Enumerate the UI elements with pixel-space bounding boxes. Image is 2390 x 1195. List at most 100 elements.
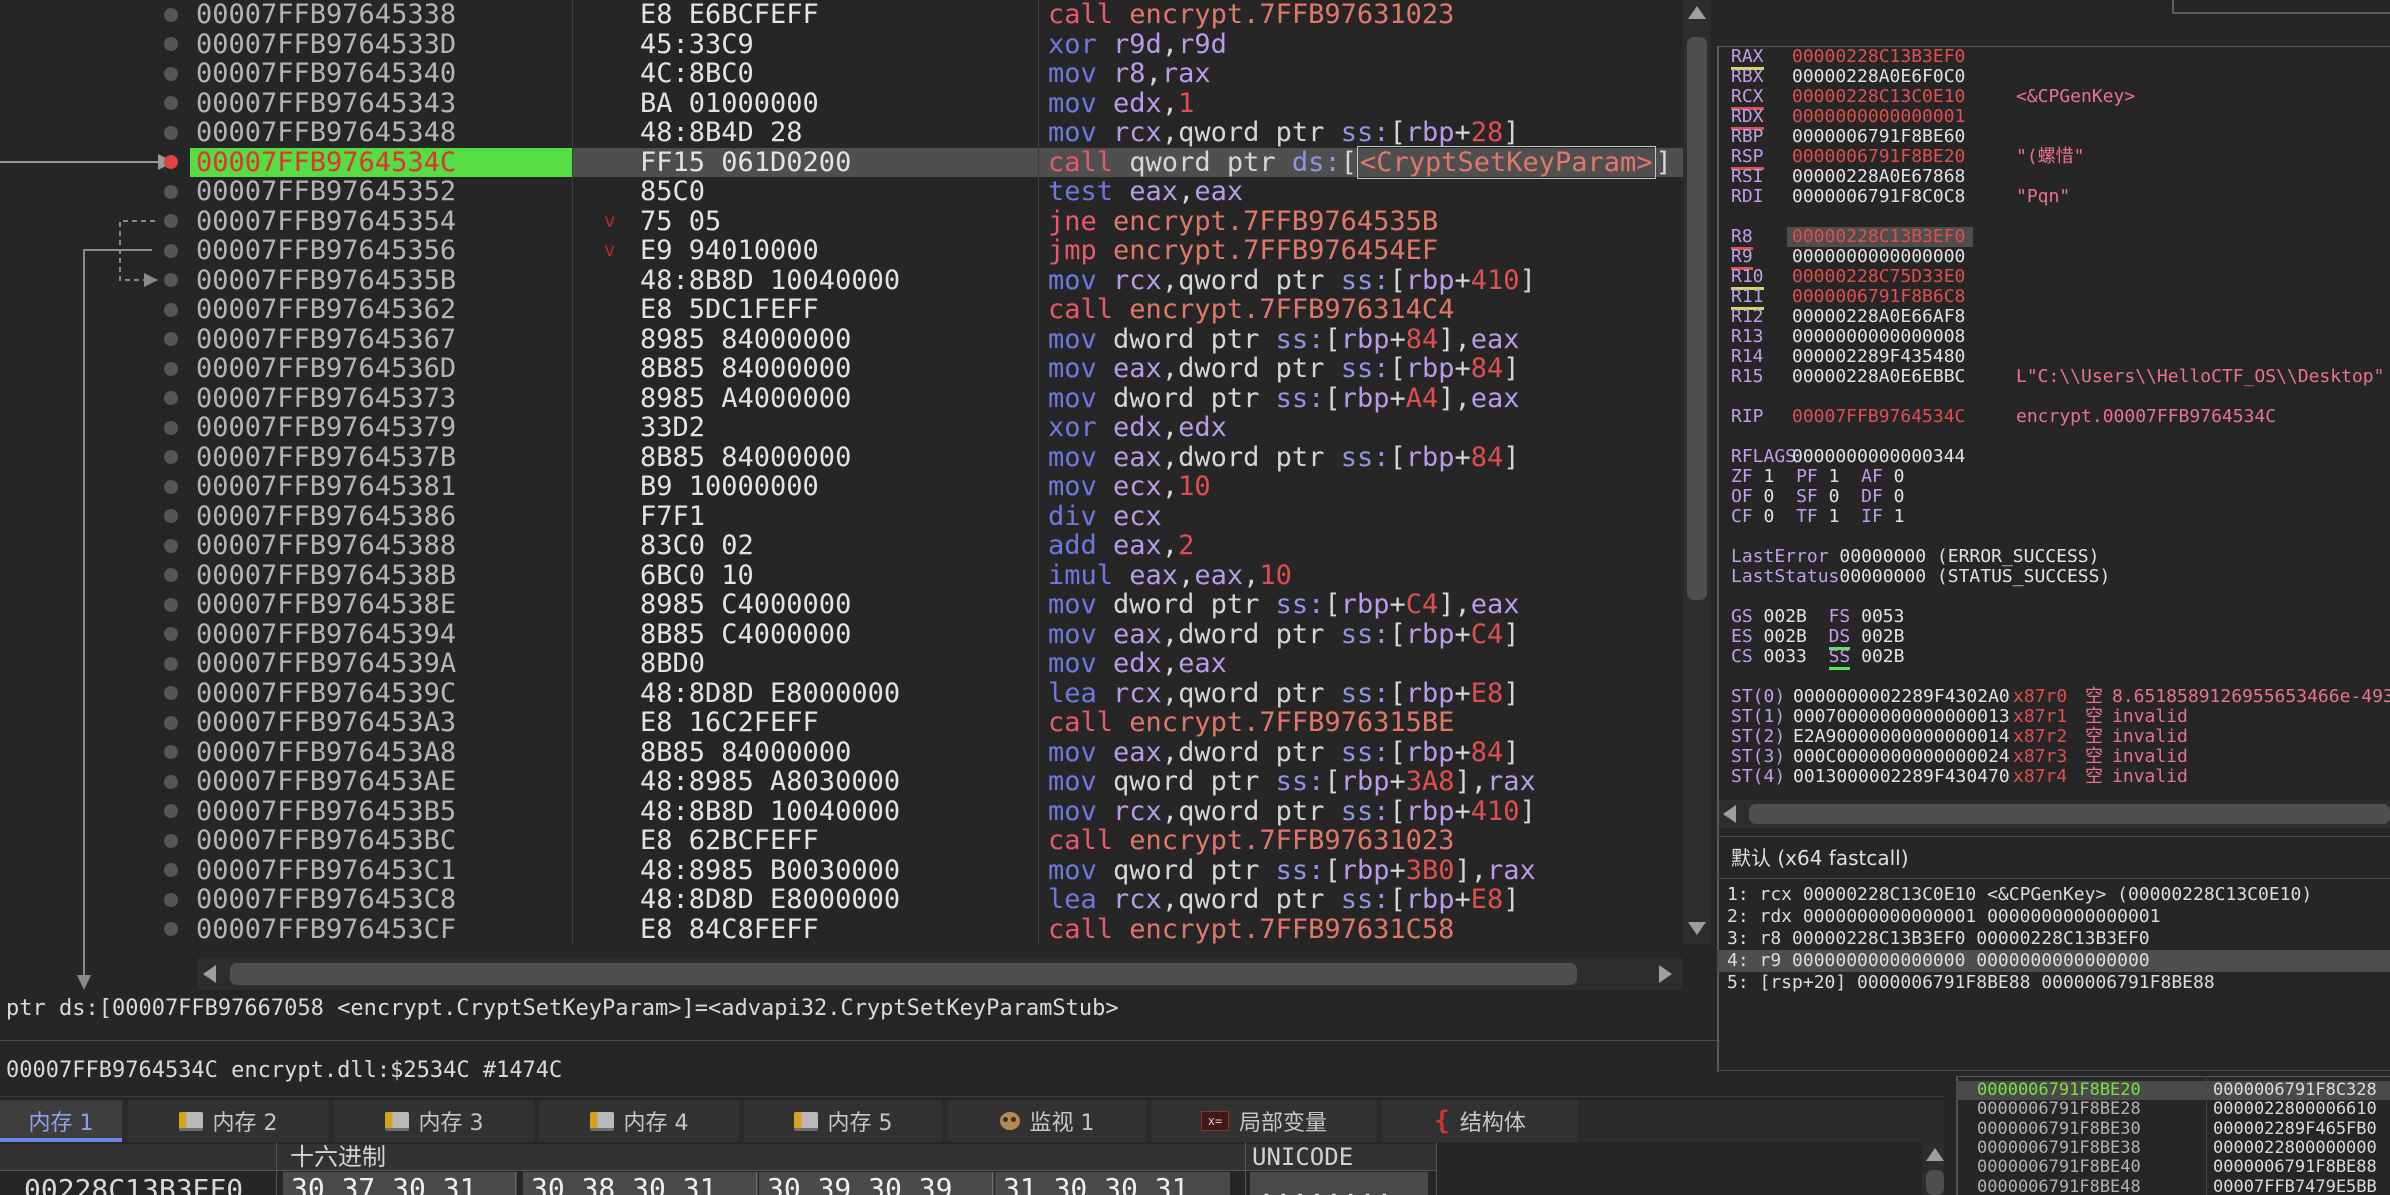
dump-byte-group[interactable]: 30 37 30 31 <box>283 1172 517 1195</box>
disasm-row[interactable]: 00007FFB976453678985 84000000mov dword p… <box>0 325 1683 355</box>
disasm-row[interactable]: 00007FFB9764539A8BD0mov edx,eax <box>0 649 1683 679</box>
disasm-row[interactable]: 00007FFB976453BCE8 62BCFEFFcall encrypt.… <box>0 826 1683 856</box>
register-row[interactable]: R800000228C13B3EF0 <box>1717 227 2390 247</box>
x87-register-row[interactable]: ST(0)0000000002289F4302A0x87r0空8.6518589… <box>1717 687 2390 707</box>
disasm-row[interactable]: 00007FFB97645343BA 01000000mov edx,1 <box>0 89 1683 119</box>
row-dot[interactable] <box>164 480 178 494</box>
registers-hscroll-thumb[interactable] <box>1749 804 2390 824</box>
stack-row[interactable]: 0000006791F8BE380000022800000000 <box>1956 1139 2390 1158</box>
register-row[interactable]: R14000002289F435480 <box>1717 347 2390 367</box>
row-dot[interactable] <box>164 863 178 877</box>
register-value[interactable]: 00000228C13C0E10 <box>1792 87 1965 107</box>
tab-局部变量[interactable]: x=局部变量 <box>1152 1100 1376 1142</box>
x87-register-row[interactable]: ST(1)00070000000000000013x87r1空invalid <box>1717 707 2390 727</box>
calling-convention-selector[interactable]: 默认 (x64 fastcall) <box>1731 843 1909 873</box>
disasm-row[interactable]: 00007FFB9764538883C0 02add eax,2 <box>0 531 1683 561</box>
register-row[interactable]: R130000000000000008 <box>1717 327 2390 347</box>
disasm-row[interactable]: 00007FFB97645354v75 05jne encrypt.7FFB97… <box>0 207 1683 237</box>
register-row[interactable]: RDI0000006791F8C0C8"Pqn" <box>1717 187 2390 207</box>
tab-监视 1[interactable]: 监视 1 <box>948 1100 1146 1142</box>
disasm-row[interactable]: 00007FFB97645338E8 E6BCFEFFcall encrypt.… <box>0 0 1683 30</box>
disasm-row[interactable]: 00007FFB9764535B48:8B8D 10040000mov rcx,… <box>0 266 1683 296</box>
disasm-row[interactable]: 00007FFB97645381B9 10000000mov ecx,10 <box>0 472 1683 502</box>
disasm-row[interactable]: 00007FFB9764537B8B85 84000000mov eax,dwo… <box>0 443 1683 473</box>
row-dot[interactable] <box>164 185 178 199</box>
tab-内存 1[interactable]: 内存 1 <box>0 1100 122 1142</box>
row-dot[interactable] <box>164 509 178 523</box>
register-row[interactable]: RSP0000006791F8BE20"(螺惜" <box>1717 147 2390 167</box>
register-value[interactable]: 00007FFB9764534C <box>1792 407 1965 427</box>
row-dot[interactable] <box>164 834 178 848</box>
row-dot[interactable] <box>164 273 178 287</box>
register-value[interactable]: 00000228C13B3EF0 <box>1792 227 1965 247</box>
row-dot[interactable] <box>164 450 178 464</box>
dump-unicode-cell[interactable]: ........ <box>1250 1172 1428 1195</box>
x87-register-row[interactable]: ST(2)E2A90000000000000014x87r2空invalid <box>1717 727 2390 747</box>
register-value[interactable]: 0000006791F8BE20 <box>1792 147 1965 167</box>
scroll-up-icon[interactable] <box>1688 6 1706 19</box>
register-value[interactable]: 00000228A0E66AF8 <box>1792 307 1965 327</box>
register-value[interactable]: 00000228C75D33E0 <box>1792 267 1965 287</box>
disasm-vscroll-thumb[interactable] <box>1687 37 1707 600</box>
row-dot[interactable] <box>164 126 178 140</box>
tab-结构体[interactable]: {结构体 <box>1382 1100 1578 1142</box>
row-dot[interactable] <box>164 598 178 612</box>
register-row[interactable]: R110000006791F8B6C8 <box>1717 287 2390 307</box>
register-value[interactable]: 0000000000000001 <box>1792 107 1965 127</box>
row-dot[interactable] <box>164 686 178 700</box>
disasm-row[interactable]: 00007FFB976453CFE8 84C8FEFFcall encrypt.… <box>0 915 1683 945</box>
dump-byte-group[interactable]: 30 38 30 31 <box>523 1172 758 1195</box>
row-dot[interactable] <box>164 922 178 936</box>
register-row[interactable]: R1200000228A0E66AF8 <box>1717 307 2390 327</box>
disasm-hscroll-thumb[interactable] <box>230 963 1577 985</box>
stack-row[interactable]: 0000006791F8BE30000002289F465FB0 <box>1956 1120 2390 1139</box>
register-value[interactable]: 0000000000000000 <box>1792 247 1965 267</box>
breakpoint-dot[interactable] <box>164 155 178 169</box>
disasm-row[interactable]: 00007FFB976453C148:8985 B0030000mov qwor… <box>0 856 1683 886</box>
disasm-vertical-scrollbar[interactable] <box>1683 0 1711 944</box>
disasm-row[interactable]: 00007FFB9764535285C0test eax,eax <box>0 177 1683 207</box>
dump-byte-group[interactable]: 30 39 30 39 <box>759 1172 994 1195</box>
row-dot[interactable] <box>164 893 178 907</box>
dump-vertical-scrollbar[interactable] <box>1922 1142 1944 1195</box>
dump-unicode-header[interactable]: UNICODE <box>1252 1144 1353 1170</box>
register-row[interactable]: R1000000228C75D33E0 <box>1717 267 2390 287</box>
register-value[interactable]: 0000000000000008 <box>1792 327 1965 347</box>
stack-row[interactable]: 0000006791F8BE400000006791F8BE88 <box>1956 1158 2390 1177</box>
disasm-row[interactable]: 00007FFB9764539C48:8D8D E8000000lea rcx,… <box>0 679 1683 709</box>
scroll-left-icon[interactable] <box>1723 805 1736 823</box>
row-dot[interactable] <box>164 804 178 818</box>
row-dot[interactable] <box>164 568 178 582</box>
disasm-row[interactable]: 00007FFB976453A3E8 16C2FEFFcall encrypt.… <box>0 708 1683 738</box>
row-dot[interactable] <box>164 332 178 346</box>
scroll-right-icon[interactable] <box>1659 965 1672 983</box>
row-dot[interactable] <box>164 96 178 110</box>
tab-内存 3[interactable]: 内存 3 <box>334 1100 534 1142</box>
register-row[interactable]: RIP00007FFB9764534Cencrypt.00007FFB97645… <box>1717 407 2390 427</box>
disasm-row[interactable]: 00007FFB976453C848:8D8D E8000000lea rcx,… <box>0 885 1683 915</box>
register-value[interactable]: 0000006791F8B6C8 <box>1792 287 1965 307</box>
row-dot[interactable] <box>164 775 178 789</box>
register-row[interactable]: RBP0000006791F8BE60 <box>1717 127 2390 147</box>
row-dot[interactable] <box>164 37 178 51</box>
disasm-row[interactable]: 00007FFB976453738985 A4000000mov dword p… <box>0 384 1683 414</box>
register-value[interactable]: 0000000000000344 <box>1792 447 1965 467</box>
register-value[interactable]: 00000228C13B3EF0 <box>1792 47 1965 67</box>
call-argument-row[interactable]: 2: rdx 0000000000000001 0000000000000001 <box>1717 906 2390 928</box>
disasm-row[interactable]: 00007FFB9764538E8985 C4000000mov dword p… <box>0 590 1683 620</box>
row-dot[interactable] <box>164 362 178 376</box>
register-value[interactable]: 000002289F435480 <box>1792 347 1965 367</box>
disasm-horizontal-scrollbar[interactable] <box>197 958 1683 990</box>
disasm-row[interactable]: 00007FFB9764538B6BC0 10imul eax,eax,10 <box>0 561 1683 591</box>
disasm-row[interactable]: 00007FFB976453A88B85 84000000mov eax,dwo… <box>0 738 1683 768</box>
disasm-row[interactable]: 00007FFB9764536D8B85 84000000mov eax,dwo… <box>0 354 1683 384</box>
row-dot[interactable] <box>164 627 178 641</box>
stack-row[interactable]: 0000006791F8BE200000006791F8C328 <box>1956 1081 2390 1100</box>
disasm-row[interactable]: 00007FFB976453B548:8B8D 10040000mov rcx,… <box>0 797 1683 827</box>
row-dot[interactable] <box>164 539 178 553</box>
x87-register-row[interactable]: ST(3)000C0000000000000024x87r3空invalid <box>1717 747 2390 767</box>
register-row[interactable]: R1500000228A0E6EBBCL"C:\\Users\\HelloCTF… <box>1717 367 2390 387</box>
register-value[interactable]: 0000006791F8C0C8 <box>1792 187 1965 207</box>
registers-horizontal-scrollbar[interactable] <box>1719 800 2390 828</box>
disasm-row[interactable]: 00007FFB9764537933D2xor edx,edx <box>0 413 1683 443</box>
